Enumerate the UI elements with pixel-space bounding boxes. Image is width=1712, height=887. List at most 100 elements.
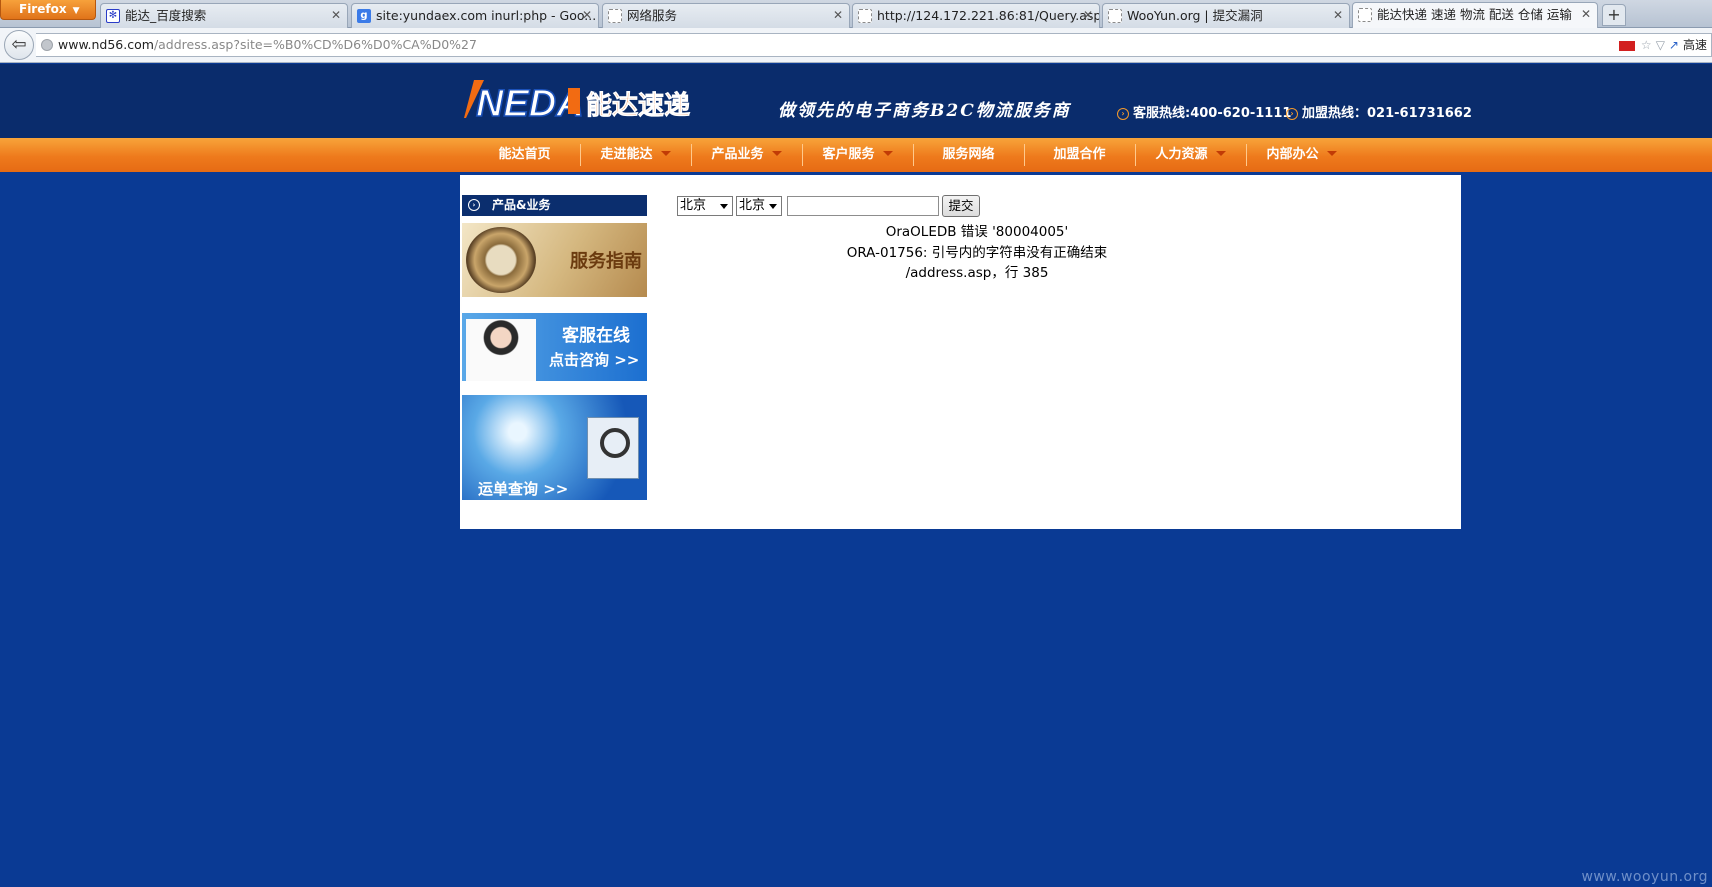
tab-title: http://124.172.221.86:81/Query.asp xyxy=(877,8,1100,23)
dropdown-arrow-icon xyxy=(1326,151,1337,156)
close-icon[interactable]: ✕ xyxy=(1083,4,1093,27)
menu-label: 人力资源 xyxy=(1155,147,1208,162)
browser-tab[interactable]: http://124.172.221.86:81/Query.asp ✕ xyxy=(852,3,1100,28)
tab-title: 能达快递 速递 物流 配送 仓储 运输 xyxy=(1377,7,1572,22)
banner-label: 服务指南 xyxy=(570,251,642,272)
magnifier-image xyxy=(587,417,639,479)
menu-item-hr[interactable]: 人力资源 xyxy=(1135,138,1246,172)
close-icon[interactable]: ✕ xyxy=(1581,3,1591,26)
svg-text:NEDA: NEDA xyxy=(476,83,584,122)
arrow-circle-icon: › xyxy=(468,199,480,211)
main-menu: 能达首页 走进能达 产品业务 客户服务 服务网络 加盟合作 人力资源 内部办公 xyxy=(0,138,1712,172)
dropdown-arrow-icon xyxy=(771,151,782,156)
compass-image xyxy=(466,227,536,293)
sidebar-title-text: 产品&业务 xyxy=(492,198,551,212)
waybill-query-banner[interactable]: 运单查询 >> xyxy=(462,395,647,500)
menu-label: 服务网络 xyxy=(942,147,995,162)
baidu-paw-icon: ✻ xyxy=(106,9,120,23)
blank-page-icon xyxy=(1358,8,1372,22)
dropdown-arrow-icon xyxy=(1215,151,1226,156)
banner-sublabel: 点击咨询 >> xyxy=(549,351,640,369)
tab-title: WooYun.org | 提交漏洞 xyxy=(1127,8,1263,23)
search-engine-label[interactable]: 高速 xyxy=(1683,38,1707,52)
menu-label: 走进能达 xyxy=(600,147,653,162)
main-content: › 产品&业务 服务指南 客服在线 点击咨询 >> 运单查询 >> 北京 北京 … xyxy=(460,175,1461,529)
submit-button[interactable]: 提交 xyxy=(942,195,980,217)
sidebar-title: › 产品&业务 xyxy=(462,195,647,216)
dropdown-arrow-icon[interactable]: ▽ xyxy=(1656,38,1665,52)
city-value: 北京 xyxy=(739,198,766,213)
error-message: ORA-01756: 引号内的字符串没有正确结束 xyxy=(846,245,1108,261)
menu-item-network[interactable]: 服务网络 xyxy=(913,138,1024,172)
dropdown-arrow-icon xyxy=(769,204,777,209)
address-input[interactable] xyxy=(787,196,939,216)
menu-label: 加盟合作 xyxy=(1053,147,1106,162)
menu-item-customer-service[interactable]: 客户服务 xyxy=(802,138,913,172)
browser-tab[interactable]: g site:yundaex.com inurl:php - Goo... ✕ xyxy=(351,3,599,28)
dropdown-arrow-icon xyxy=(720,204,728,209)
close-icon[interactable]: ✕ xyxy=(1333,4,1343,27)
url-bar-actions: ☆ ▽ ↗ 高速 xyxy=(1618,34,1707,56)
site-slogan: 做领先的电子商务B2C物流服务商 xyxy=(778,101,1071,121)
browser-tab[interactable]: ✻ 能达_百度搜索 ✕ xyxy=(100,3,348,28)
province-select[interactable]: 北京 xyxy=(677,196,733,216)
globe-icon xyxy=(41,39,53,51)
city-select[interactable]: 北京 xyxy=(736,196,782,216)
google-icon: g xyxy=(357,9,371,23)
back-button[interactable]: ⇦ xyxy=(4,30,34,60)
close-icon[interactable]: ✕ xyxy=(582,4,592,27)
chevron-down-icon: ▼ xyxy=(72,6,80,16)
arrow-left-icon: ⇦ xyxy=(11,34,27,55)
close-icon[interactable]: ✕ xyxy=(331,4,341,27)
wooyun-watermark: www.wooyun.org xyxy=(1581,869,1708,885)
tab-title: site:yundaex.com inurl:php - Goo... xyxy=(376,8,597,23)
svg-text:能达速递: 能达速递 xyxy=(586,90,690,121)
blank-page-icon xyxy=(858,9,872,23)
menu-label: 能达首页 xyxy=(498,147,551,162)
tab-title: 能达_百度搜索 xyxy=(125,8,207,23)
star-icon[interactable]: ☆ xyxy=(1641,38,1652,52)
banner-label: 运单查询 >> xyxy=(478,480,569,498)
url-bar[interactable]: www.nd56.com/address.asp?site=%B0%CD%D6%… xyxy=(36,33,1712,57)
browser-tab[interactable]: WooYun.org | 提交漏洞 ✕ xyxy=(1102,3,1350,28)
browser-tab-strip: Firefox ▼ ✻ 能达_百度搜索 ✕ g site:yundaex.com … xyxy=(0,0,1712,29)
browser-navigation-bar: ⇦ www.nd56.com/address.asp?site=%B0%CD%D… xyxy=(0,28,1712,63)
menu-item-home[interactable]: 能达首页 xyxy=(469,138,580,172)
franchise-hotline-text: 加盟热线：021-61731662 xyxy=(1302,106,1472,121)
menu-item-products[interactable]: 产品业务 xyxy=(691,138,802,172)
close-icon[interactable]: ✕ xyxy=(833,4,843,27)
service-hotline-text: 客服热线:400-620-1111 xyxy=(1133,106,1292,121)
browser-tab[interactable]: 网络服务 ✕ xyxy=(602,3,850,28)
url-host: www.nd56.com xyxy=(58,37,154,52)
search-engine-icon: ↗ xyxy=(1668,38,1679,52)
online-support-banner[interactable]: 客服在线 点击咨询 >> xyxy=(462,313,647,381)
dropdown-arrow-icon xyxy=(660,151,671,156)
plus-icon: + xyxy=(1607,5,1621,24)
firefox-menu-label: Firefox xyxy=(19,2,67,16)
menu-item-franchise[interactable]: 加盟合作 xyxy=(1024,138,1135,172)
url-path: /address.asp?site=%B0%CD%D6%D0%CA%D0%27 xyxy=(153,37,477,52)
browser-tab-active[interactable]: 能达快递 速递 物流 配送 仓储 运输 ✕ xyxy=(1352,2,1598,29)
banner-label: 客服在线 xyxy=(562,326,630,346)
menu-item-internal-office[interactable]: 内部办公 xyxy=(1246,138,1357,172)
dropdown-arrow-icon xyxy=(882,151,893,156)
blank-page-icon xyxy=(1108,9,1122,23)
service-guide-banner[interactable]: 服务指南 xyxy=(462,223,647,297)
arrow-circle-icon: › xyxy=(1117,108,1129,120)
menu-label: 产品业务 xyxy=(711,147,764,162)
site-header: NEDA 能达速递 做领先的电子商务B2C物流服务商 › 客服热线:400-620… xyxy=(0,64,1712,138)
menu-item-about[interactable]: 走进能达 xyxy=(580,138,691,172)
franchise-hotline: › 加盟热线：021-61731662 xyxy=(1286,102,1472,121)
new-tab-button[interactable]: + xyxy=(1602,4,1626,26)
error-location: /address.asp，行 385 xyxy=(905,265,1049,281)
china-flag-icon xyxy=(1618,40,1635,51)
support-agent-image xyxy=(466,319,536,381)
blank-page-icon xyxy=(608,9,622,23)
firefox-menu-button[interactable]: Firefox ▼ xyxy=(0,0,96,20)
province-value: 北京 xyxy=(680,198,707,213)
error-title: OraOLEDB 错误 '80004005' xyxy=(885,224,1069,240)
tab-title: 网络服务 xyxy=(627,8,678,23)
menu-label: 客户服务 xyxy=(822,147,875,162)
menu-label: 内部办公 xyxy=(1266,147,1319,162)
neda-logo[interactable]: NEDA 能达速递 xyxy=(462,76,724,122)
